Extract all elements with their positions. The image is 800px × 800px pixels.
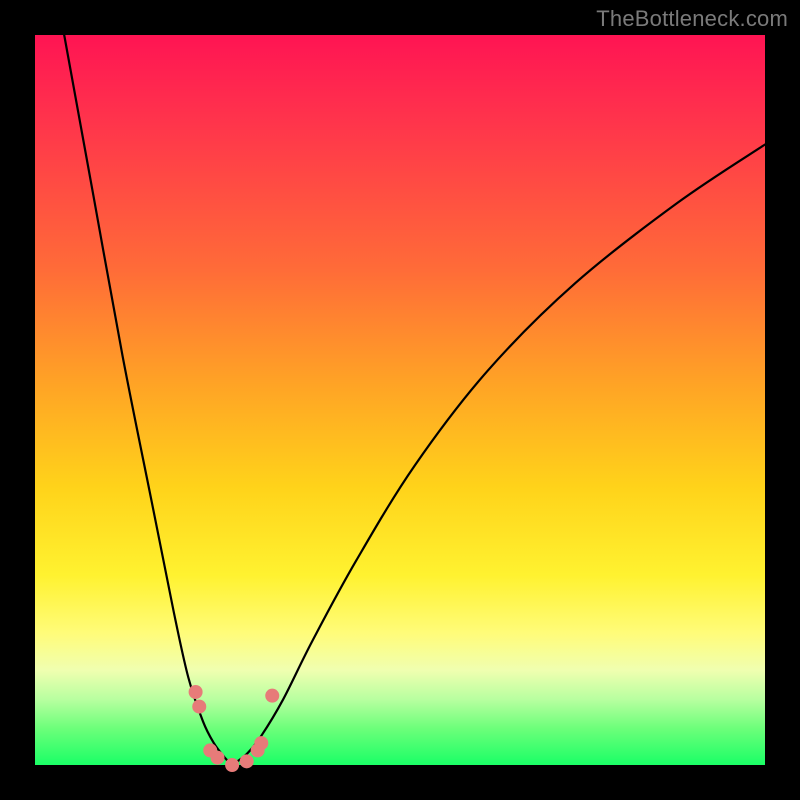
data-marker (192, 700, 206, 714)
curve-layer (35, 35, 765, 765)
data-marker (225, 758, 239, 772)
data-marker (211, 751, 225, 765)
curve-left-branch (64, 35, 232, 765)
data-marker (265, 689, 279, 703)
curve-right-branch (232, 145, 765, 766)
plot-area (35, 35, 765, 765)
data-marker (254, 736, 268, 750)
chart-frame: TheBottleneck.com (0, 0, 800, 800)
data-marker (189, 685, 203, 699)
data-marker (240, 754, 254, 768)
watermark-text: TheBottleneck.com (596, 6, 788, 32)
